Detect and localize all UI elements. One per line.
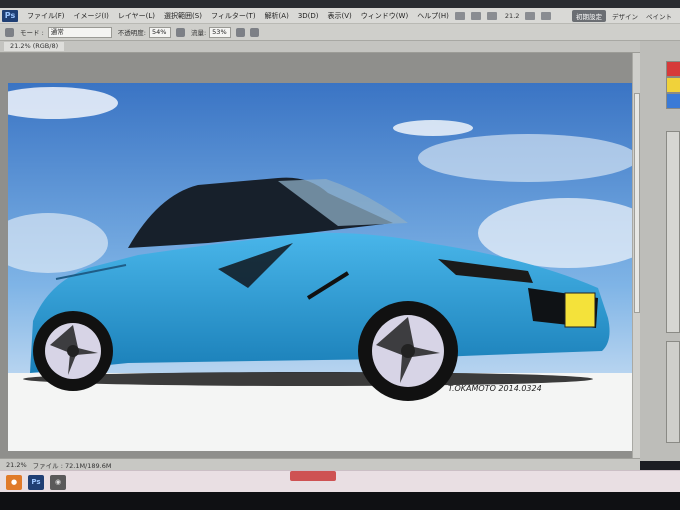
car-illustration: T.OKAMOTO 2014.0324 — [8, 83, 632, 451]
photoshop-logo: Ps — [2, 9, 18, 22]
work-area: T.OKAMOTO 2014.0324 — [0, 53, 640, 458]
monitor-bezel-top — [0, 0, 680, 8]
menu-image[interactable]: イメージ(I) — [74, 11, 109, 21]
menu-file[interactable]: ファイル(F) — [27, 11, 65, 21]
menu-select[interactable]: 選択範囲(S) — [164, 11, 202, 21]
firefox-icon[interactable]: ● — [6, 474, 22, 490]
options-bar: モード : 通常 不透明度: 54% 流量: 53% — [0, 24, 680, 41]
pressure-opacity-icon[interactable] — [175, 27, 185, 37]
menu-view[interactable]: 表示(V) — [328, 11, 352, 21]
panels-dock — [640, 41, 680, 461]
color-swatch-blue[interactable] — [666, 93, 680, 109]
zoom-level-menu[interactable]: 21.2 — [505, 12, 519, 20]
document-tab[interactable]: 21.2% (RGB/8) — [4, 42, 65, 51]
bridge-icon[interactable] — [454, 11, 465, 20]
workspace-design-link[interactable]: デザイン — [612, 11, 638, 21]
status-file-size: ファイル : 72.1M/189.6M — [32, 462, 112, 470]
mode-label: モード : — [20, 29, 44, 37]
screen-mode-icon[interactable] — [541, 11, 552, 20]
workspace-essentials-button[interactable]: 初期設定 — [572, 9, 606, 22]
menu-3d[interactable]: 3D(D) — [298, 12, 319, 20]
menu-filter[interactable]: フィルター(T) — [211, 11, 256, 21]
workspace-switcher: 初期設定 デザイン ペイント — [572, 8, 680, 23]
minibridge-icon[interactable] — [470, 11, 481, 20]
flow-label: 流量: — [190, 29, 207, 37]
photoshop-icon[interactable]: Ps — [28, 474, 44, 490]
app-icon[interactable]: ◉ — [50, 474, 66, 490]
menu-help[interactable]: ヘルプ(H) — [417, 11, 449, 21]
flow-input[interactable]: 53% — [209, 26, 232, 38]
pressure-size-icon[interactable] — [250, 27, 260, 37]
color-swatch-background[interactable] — [666, 77, 680, 93]
menu-window[interactable]: ウィンドウ(W) — [361, 11, 408, 21]
status-zoom[interactable]: 21.2% — [6, 461, 27, 469]
monitor-logo-reflection — [290, 471, 336, 481]
arrange-icon[interactable] — [525, 11, 536, 20]
menu-layer[interactable]: レイヤー(L) — [118, 11, 155, 21]
windows-taskbar: ● Ps ◉ — [0, 470, 680, 493]
menu-analysis[interactable]: 解析(A) — [265, 11, 289, 21]
cloud-3 — [418, 134, 632, 182]
artwork-canvas[interactable]: T.OKAMOTO 2014.0324 — [8, 83, 632, 451]
brush-tool-icon[interactable] — [5, 27, 14, 37]
layers-panel[interactable] — [666, 131, 680, 333]
opacity-label: 不透明度: — [117, 29, 146, 37]
airbrush-icon[interactable] — [236, 27, 246, 37]
color-swatch-foreground[interactable] — [666, 61, 680, 77]
extras-icon[interactable] — [486, 11, 497, 20]
workspace-paint-link[interactable]: ペイント — [646, 11, 672, 21]
license-plate — [564, 292, 596, 328]
adjustments-panel[interactable] — [666, 341, 680, 443]
mode-select[interactable]: 通常 — [47, 26, 112, 38]
opacity-input[interactable]: 54% — [148, 26, 171, 38]
artist-signature: T.OKAMOTO 2014.0324 — [448, 384, 542, 393]
menu-bar: Ps ファイル(F) イメージ(I) レイヤー(L) 選択範囲(S) フィルター… — [0, 8, 680, 24]
document-tab-bar: 21.2% (RGB/8) — [0, 41, 640, 53]
cloud-2 — [393, 120, 473, 136]
monitor-bezel-bottom — [0, 492, 680, 510]
